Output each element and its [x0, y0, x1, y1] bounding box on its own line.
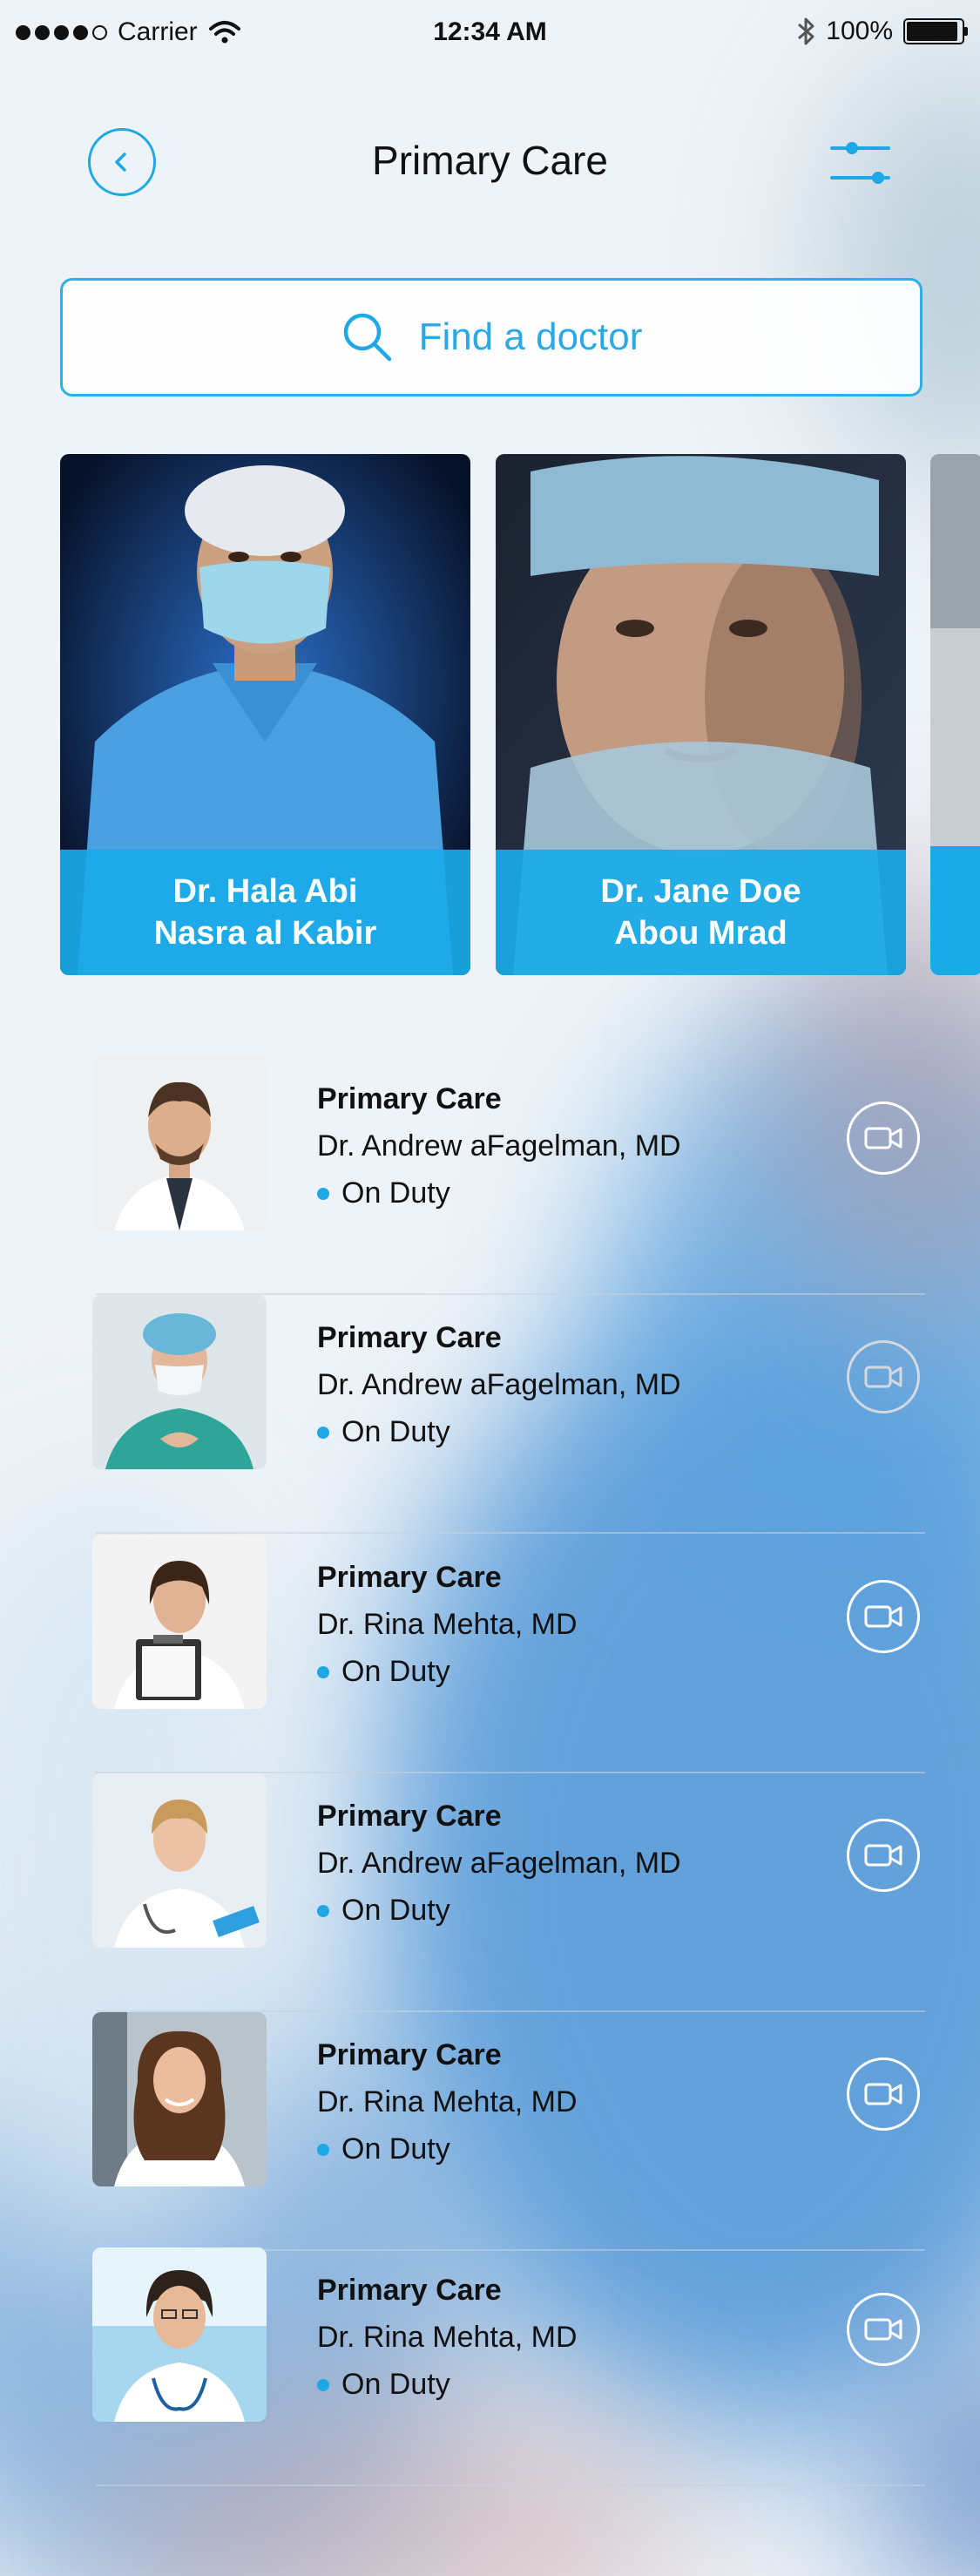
search-placeholder: Find a doctor	[418, 315, 643, 358]
doctor-specialty: Primary Care	[317, 1561, 502, 1594]
doctor-list-item[interactable]: Primary Care Dr. Andrew aFagelman, MD On…	[92, 1295, 925, 1534]
featured-doctor-name: Dr. Jane Doe Abou Mrad	[600, 873, 801, 952]
search-icon	[343, 313, 391, 362]
duty-status-label: On Duty	[341, 2132, 450, 2166]
doctor-name: Dr. Rina Mehta, MD	[317, 2321, 578, 2354]
avatar	[92, 2012, 267, 2186]
doctor-list-item[interactable]: Primary Care Dr. Rina Mehta, MD On Duty	[92, 2247, 925, 2486]
doctor-name: Dr. Andrew aFagelman, MD	[317, 1847, 681, 1880]
battery-percentage: 100%	[826, 17, 893, 45]
sliders-icon	[830, 142, 890, 184]
status-dot	[317, 2378, 329, 2391]
avatar	[92, 1773, 267, 1948]
doctor-name: Dr. Andrew aFagelman, MD	[317, 1368, 681, 1401]
doctor-photo	[930, 454, 980, 975]
status-bar: Carrier 12:34 AM 100%	[0, 0, 980, 64]
doctor-specialty: Primary Care	[317, 2038, 502, 2071]
avatar	[92, 1056, 267, 1230]
duty-status-label: On Duty	[341, 1176, 450, 1210]
status-dot	[317, 2143, 329, 2156]
status-dot	[317, 1187, 329, 1200]
video-camera-icon	[864, 1605, 902, 1628]
duty-status-label: On Duty	[341, 1415, 450, 1448]
filter-button[interactable]	[828, 131, 892, 195]
featured-doctor-card[interactable]: Dr. Hala Abi Nasra al Kabir	[60, 454, 470, 975]
status-dot	[317, 1904, 329, 1917]
duty-status: On Duty	[317, 1894, 450, 1928]
doctor-list-item[interactable]: Primary Care Dr. Rina Mehta, MD On Duty	[92, 2012, 925, 2251]
duty-status-label: On Duty	[341, 1655, 450, 1688]
featured-doctor-name-bar: Dr. Hala Abi Nasra al Kabir	[60, 850, 470, 975]
featured-doctor-card-partial[interactable]	[930, 454, 980, 975]
featured-doctor-card[interactable]: Dr. Jane Doe Abou Mrad	[496, 454, 906, 975]
video-call-button[interactable]	[847, 2057, 920, 2131]
doctor-specialty: Primary Care	[317, 1082, 502, 1115]
video-camera-icon	[864, 2083, 902, 2105]
duty-status-label: On Duty	[341, 2368, 450, 2401]
video-camera-icon	[864, 1844, 902, 1867]
video-call-button[interactable]	[847, 1819, 920, 1892]
doctor-name: Dr. Rina Mehta, MD	[317, 2085, 578, 2118]
doctor-specialty: Primary Care	[317, 2274, 502, 2307]
video-call-button[interactable]	[847, 2293, 920, 2366]
avatar	[92, 1535, 267, 1709]
duty-status: On Duty	[317, 1655, 450, 1689]
avatar	[92, 1295, 267, 1469]
duty-status: On Duty	[317, 1415, 450, 1449]
duty-status: On Duty	[317, 1176, 450, 1210]
search-input[interactable]: Find a doctor	[60, 278, 923, 397]
doctor-list-item[interactable]: Primary Care Dr. Andrew aFagelman, MD On…	[92, 1773, 925, 2012]
bluetooth-icon	[798, 17, 814, 45]
featured-doctor-name: Dr. Hala Abi Nasra al Kabir	[153, 873, 377, 952]
divider	[96, 2484, 925, 2486]
doctor-list-item[interactable]: Primary Care Dr. Andrew aFagelman, MD On…	[92, 1056, 925, 1295]
status-dot	[317, 1665, 329, 1678]
doctor-specialty: Primary Care	[317, 1800, 502, 1833]
duty-status: On Duty	[317, 2132, 450, 2166]
video-call-button[interactable]	[847, 1580, 920, 1653]
battery-icon	[903, 18, 968, 44]
doctor-name: Dr. Andrew aFagelman, MD	[317, 1129, 681, 1163]
video-call-button[interactable]	[847, 1102, 920, 1175]
duty-status-label: On Duty	[341, 1894, 450, 1927]
doctor-name: Dr. Rina Mehta, MD	[317, 1608, 578, 1641]
video-camera-icon	[864, 1366, 902, 1388]
featured-doctor-name-bar: Dr. Jane Doe Abou Mrad	[496, 850, 906, 975]
status-dot	[317, 1426, 329, 1439]
doctor-list-item[interactable]: Primary Care Dr. Rina Mehta, MD On Duty	[92, 1535, 925, 1773]
video-camera-icon	[864, 2318, 902, 2341]
video-call-button[interactable]	[847, 1340, 920, 1413]
video-camera-icon	[864, 1127, 902, 1149]
duty-status: On Duty	[317, 2368, 450, 2402]
avatar	[92, 2247, 267, 2422]
divider	[96, 1532, 925, 1534]
doctor-specialty: Primary Care	[317, 1321, 502, 1354]
